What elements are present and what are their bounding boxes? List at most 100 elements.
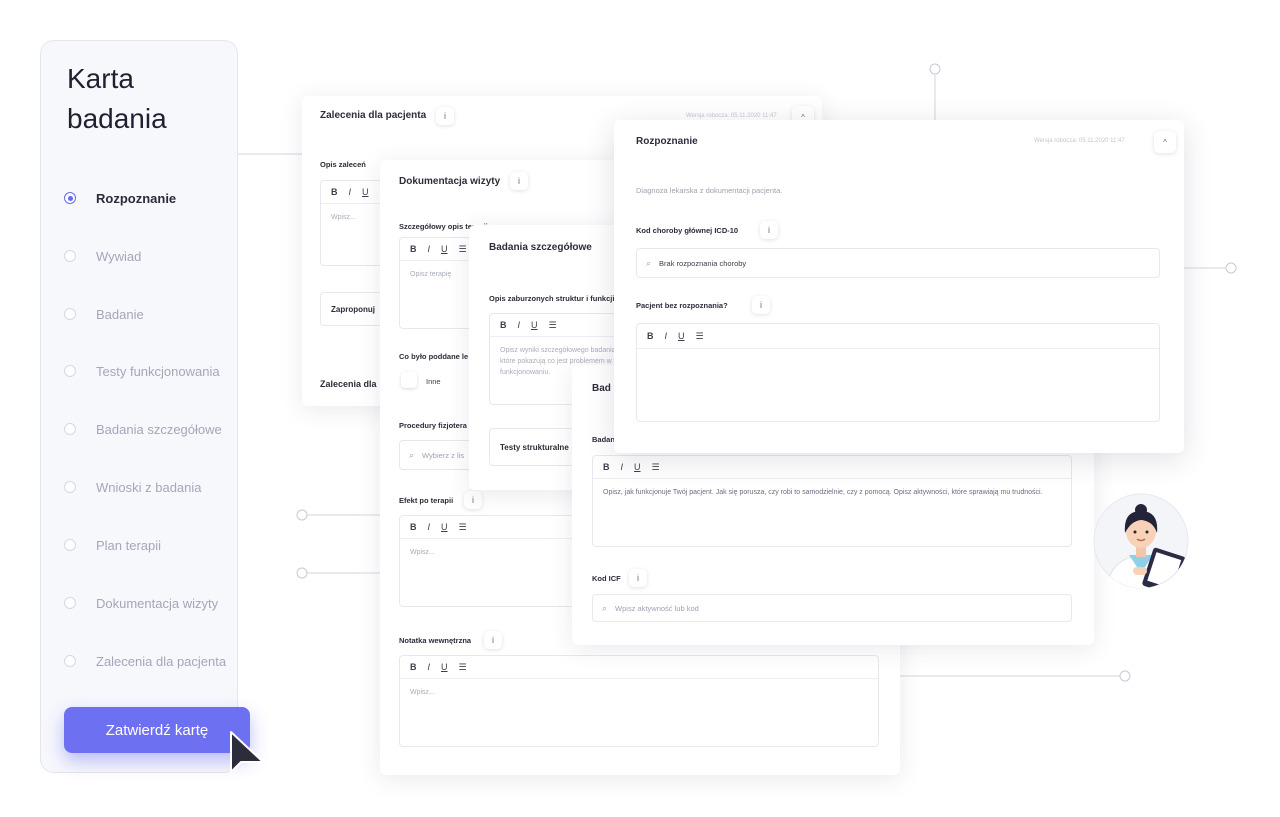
bold-icon[interactable]: B <box>410 522 417 532</box>
field-label: Efekt po terapii <box>399 496 454 505</box>
bold-icon[interactable]: B <box>410 662 417 672</box>
icd-search-input[interactable]: ⌕ Brak rozpoznania choroby <box>636 248 1160 278</box>
card-title: Dokumentacja wizyty <box>399 176 501 187</box>
field-label: Opis zaleceń <box>320 160 366 169</box>
list-icon[interactable]: ☰ <box>652 462 660 473</box>
field-label: Kod ICF <box>592 574 621 583</box>
field-label: Procedury fizjotera <box>399 421 467 430</box>
sidebar-item-label: Badanie <box>96 306 144 322</box>
checkbox-label: Inne <box>426 377 441 386</box>
radio-icon <box>64 423 76 435</box>
list-icon[interactable]: ☰ <box>549 320 557 331</box>
list-icon[interactable]: ☰ <box>459 662 467 673</box>
search-icon: ⌕ <box>602 602 608 613</box>
list-icon[interactable]: ☰ <box>696 331 704 342</box>
bold-icon[interactable]: B <box>331 187 338 197</box>
italic-icon[interactable]: I <box>665 331 668 341</box>
radio-icon <box>64 250 76 262</box>
italic-icon[interactable]: I <box>428 522 431 532</box>
bold-icon[interactable]: B <box>603 462 610 472</box>
editor-placeholder: Wpisz... <box>331 214 356 221</box>
card-title: Rozpoznanie <box>636 136 698 147</box>
sidebar-item-label: Plan terapii <box>96 537 162 553</box>
propose-button[interactable]: Zaproponuj <box>320 292 386 326</box>
sidebar-item-dokumentacja[interactable]: Dokumentacja wizyty <box>64 593 218 613</box>
italic-icon[interactable]: I <box>518 320 521 330</box>
radio-icon <box>64 192 76 204</box>
radio-icon <box>64 481 76 493</box>
info-icon[interactable]: i <box>752 296 770 314</box>
sidebar-item-label: Testy funkcjonowania <box>96 363 220 379</box>
editor-placeholder: Wpisz... <box>410 549 435 556</box>
sidebar-item-wywiad[interactable]: Wywiad <box>64 246 141 266</box>
underline-icon[interactable]: U <box>362 187 369 197</box>
bold-icon[interactable]: B <box>410 244 417 254</box>
list-icon[interactable]: ☰ <box>459 244 467 255</box>
card-title: Zalecenia dla pacjenta <box>320 110 427 121</box>
sidebar-title: Karta badania <box>67 63 167 134</box>
cursor-icon <box>230 731 264 773</box>
editor-note[interactable]: B I U ☰ Wpisz... <box>399 655 879 747</box>
underline-icon[interactable]: U <box>634 462 641 472</box>
editor-no-diagnosis[interactable]: B I U ☰ <box>636 323 1160 422</box>
list-icon[interactable]: ☰ <box>459 522 467 533</box>
radio-icon <box>64 308 76 320</box>
italic-icon[interactable]: I <box>428 244 431 254</box>
underline-icon[interactable]: U <box>441 244 448 254</box>
info-icon[interactable]: i <box>436 107 454 125</box>
sidebar-item-label: Wnioski z badania <box>96 479 202 495</box>
radio-icon <box>64 365 76 377</box>
underline-icon[interactable]: U <box>441 662 448 672</box>
italic-icon[interactable]: I <box>428 662 431 672</box>
search-icon: ⌕ <box>409 449 415 460</box>
sidebar-item-label: Rozpoznanie <box>96 190 177 206</box>
underline-icon[interactable]: U <box>678 331 685 341</box>
card-title: Bad <box>592 383 611 394</box>
info-icon[interactable]: i <box>510 172 528 190</box>
field-label: Notatka wewnętrzna <box>399 636 472 645</box>
editor-function[interactable]: B I U ☰ Opisz, jak funkcjonuje Twój pacj… <box>592 455 1072 547</box>
bold-icon[interactable]: B <box>647 331 654 341</box>
radio-icon <box>64 597 76 609</box>
sidebar-item-zalecenia[interactable]: Zalecenia dla pacjenta <box>64 651 226 671</box>
draft-timestamp: Wersja robocza: 05.11.2020 11:47 <box>1034 138 1125 144</box>
search-icon: ⌕ <box>646 257 652 268</box>
editor-effect[interactable]: B I U ☰ Wpisz... <box>399 515 599 607</box>
field-label: Co było poddane le <box>399 352 469 361</box>
sidebar-item-label: Dokumentacja wizyty <box>96 595 219 611</box>
sidebar-item-badanie[interactable]: Badanie <box>64 304 144 324</box>
underline-icon[interactable]: U <box>441 522 448 532</box>
info-icon[interactable]: i <box>760 221 778 239</box>
sidebar-item-label: Wywiad <box>96 248 142 264</box>
field-label: Pacjent bez rozpoznania? <box>636 301 728 310</box>
sidebar-item-badania-szczegolowe[interactable]: Badania szczegółowe <box>64 419 222 439</box>
checkbox-other[interactable] <box>401 372 417 388</box>
editor-placeholder: Wpisz... <box>410 689 435 696</box>
sidebar-item-rozpoznanie[interactable]: Rozpoznanie <box>64 188 176 208</box>
card-rozpoznanie: Rozpoznanie Wersja robocza: 05.11.2020 1… <box>614 120 1184 453</box>
icf-search-input[interactable]: ⌕ Wpisz aktywność lub kod <box>592 594 1072 622</box>
card-description: Diagnoza lekarska z dokumentacji pacjent… <box>636 186 783 195</box>
icd-value: Brak rozpoznania choroby <box>659 258 747 268</box>
sidebar-item-wnioski[interactable]: Wnioski z badania <box>64 477 202 497</box>
italic-icon[interactable]: I <box>349 187 352 197</box>
underline-icon[interactable]: U <box>531 320 538 330</box>
sidebar-item-label: Zalecenia dla pacjenta <box>96 653 227 669</box>
info-icon[interactable]: i <box>464 491 482 509</box>
doctor-avatar <box>1093 493 1189 589</box>
field-label: Opis zaburzonych struktur i funkcji <box>489 294 615 303</box>
sidebar-item-plan-terapii[interactable]: Plan terapii <box>64 535 161 555</box>
collapse-button[interactable]: ^ <box>1154 131 1176 153</box>
radio-icon <box>64 655 76 667</box>
info-icon[interactable]: i <box>629 569 647 587</box>
select-placeholder: Wybierz z lis <box>422 450 465 460</box>
field-label: Badan <box>592 435 615 444</box>
field-label: Kod choroby głównej ICD-10 <box>636 226 739 235</box>
sidebar-item-testy-funkcjonowania[interactable]: Testy funkcjonowania <box>64 361 220 381</box>
editor-placeholder: Opisz, jak funkcjonuje Twój pacjent. Jak… <box>603 489 1043 496</box>
info-icon[interactable]: i <box>484 631 502 649</box>
italic-icon[interactable]: I <box>621 462 624 472</box>
submit-card-button[interactable]: Zatwierdź kartę <box>64 707 250 753</box>
section-footer-title: Zalecenia dla <box>320 379 377 389</box>
bold-icon[interactable]: B <box>500 320 507 330</box>
